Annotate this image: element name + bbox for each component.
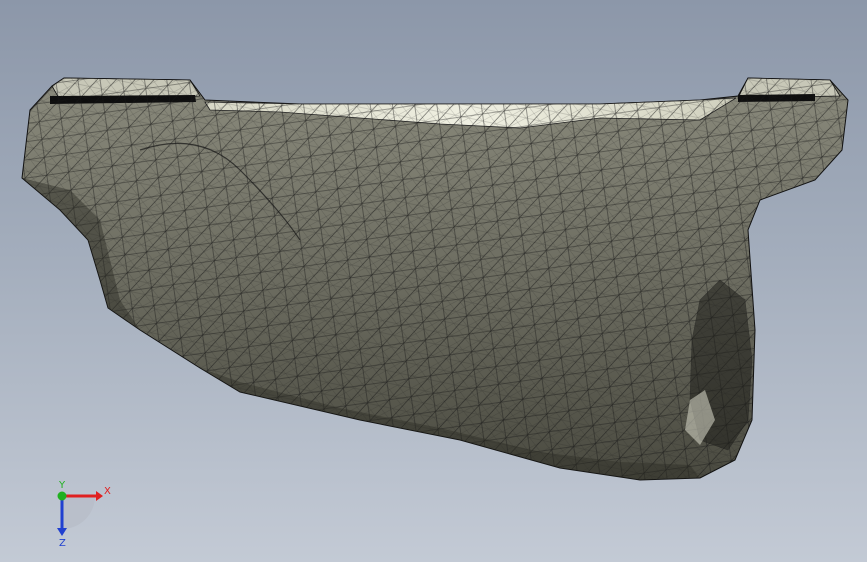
triad-shade xyxy=(62,496,95,529)
z-axis-arrow xyxy=(57,528,67,536)
y-axis-label: Y xyxy=(58,480,66,491)
z-axis-label: Z xyxy=(59,538,66,548)
y-axis-dot xyxy=(57,491,67,501)
x-axis-label: X xyxy=(104,486,111,497)
mesh-triangulation xyxy=(22,78,848,480)
graphics-viewport[interactable]: X Y Z xyxy=(0,0,867,562)
mesh-model[interactable] xyxy=(0,0,867,562)
x-axis-arrow xyxy=(96,491,103,501)
axis-triad: X Y Z xyxy=(57,480,111,548)
